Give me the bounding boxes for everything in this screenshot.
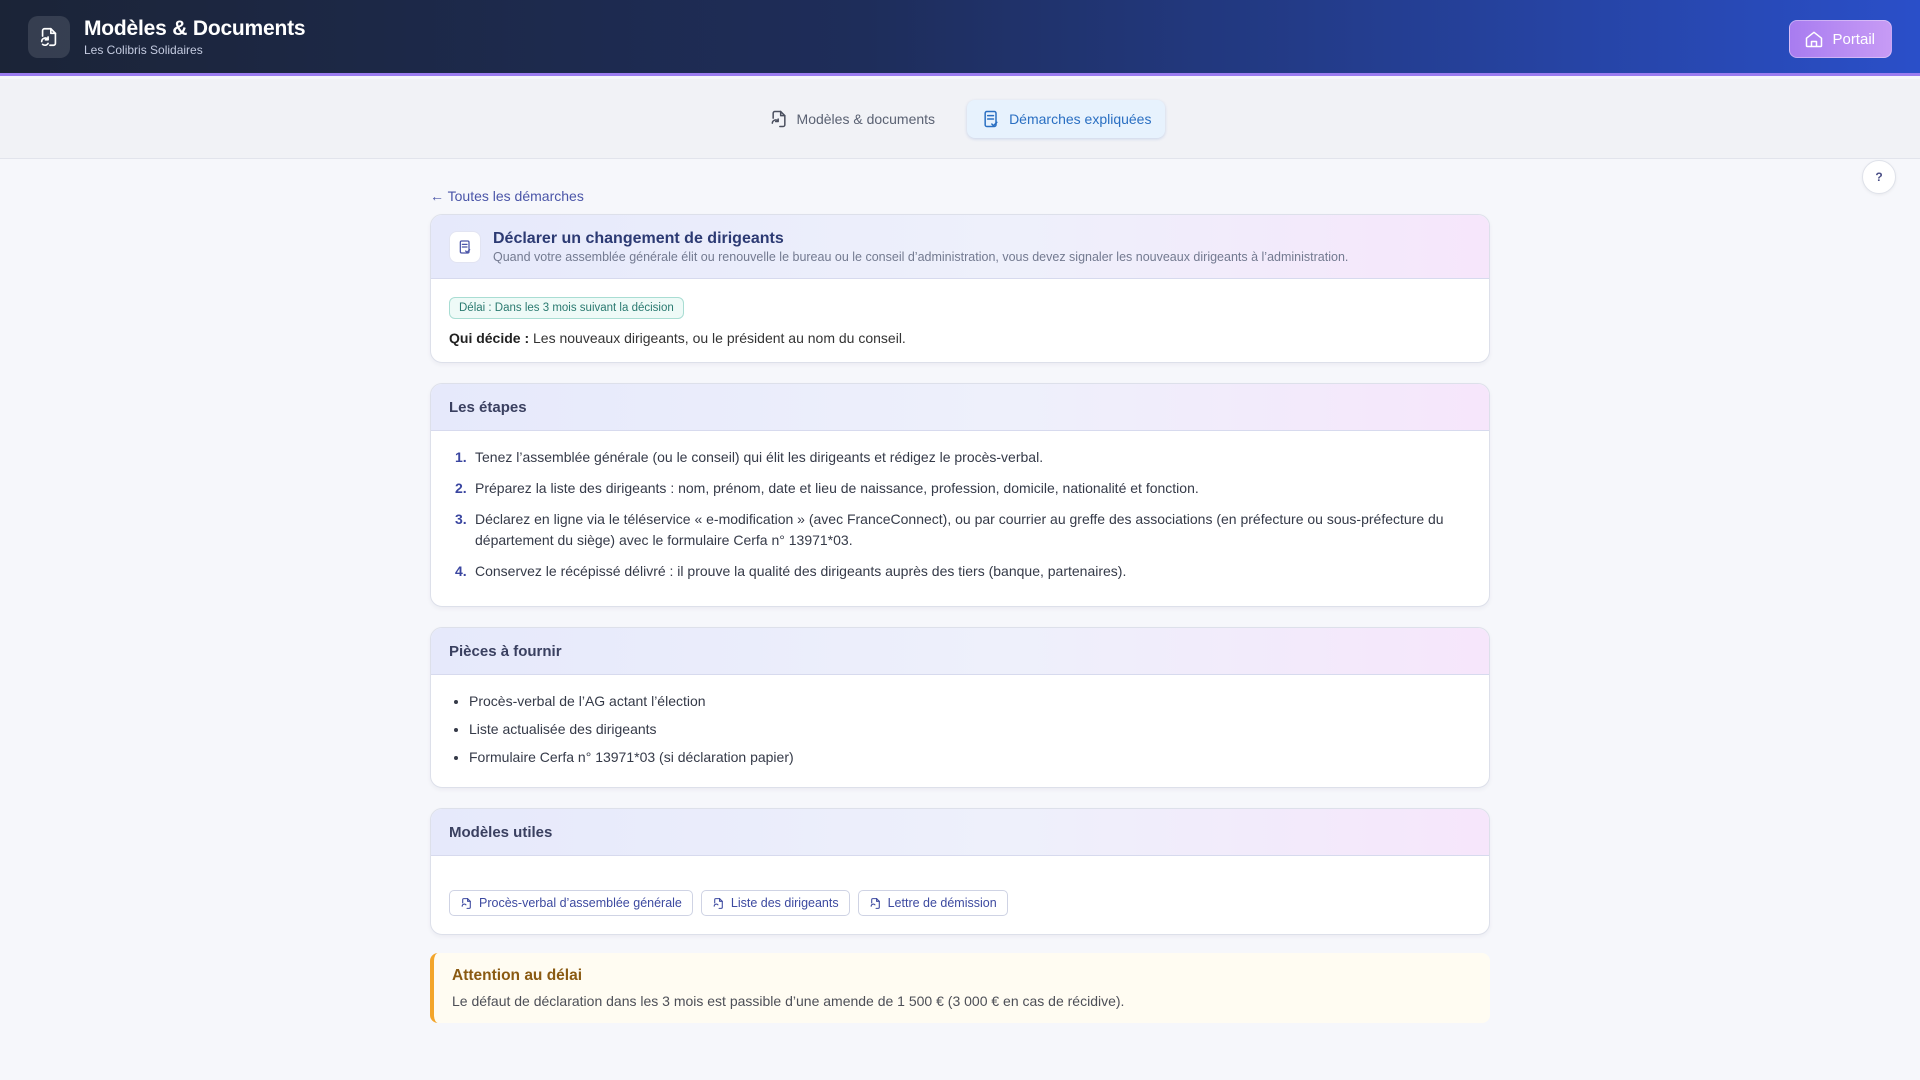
tab-templates-label: Modèles & documents [796,110,936,127]
step-number: 2. [455,480,467,496]
step-text: Déclarez en ligne via le téléservice « e… [475,511,1444,548]
deadline-alert: Attention au délai Le défaut de déclarat… [430,953,1490,1023]
document-icon [870,897,880,909]
tab-templates[interactable]: Modèles & documents [755,100,950,138]
documents-list: Procès-verbal de l’AG actant l’élection … [431,675,1489,787]
procedure-body: Délai : Dans les 3 mois suivant la décis… [431,279,1489,362]
templates-card: Modèles utiles Procès-verbal d’assemblée… [430,808,1490,935]
tab-procedures[interactable]: Démarches expliquées [967,99,1166,138]
steps-header: Les étapes [431,384,1489,431]
step-item: 2. Préparez la liste des dirigeants : nom… [455,478,1471,499]
app-subtitle: Les Colibris Solidaires [84,42,203,57]
document-icon [461,897,471,909]
procedure-card: Déclarer un changement de dirigeants Qua… [430,214,1490,363]
procedure-header: Déclarer un changement de dirigeants Qua… [431,215,1489,279]
step-item: 3. Déclarez en ligne via le téléservice «… [455,509,1471,551]
document-refresh-icon [40,27,57,46]
templates-heading: Modèles utiles [449,823,553,841]
checklist-icon [459,239,471,254]
templates-list: Procès-verbal d’assemblée générale Liste… [431,856,1489,934]
tab-procedures-label: Démarches expliquées [1009,110,1152,127]
deadline-badge: Délai : Dans les 3 mois suivant la décis… [449,297,684,319]
alert-text: Le défaut de déclaration dans les 3 mois… [452,993,1125,1009]
top-header: Modèles & Documents Les Colibris Solidai… [0,0,1920,76]
step-text: Conservez le récépissé délivré : il prou… [475,563,1127,579]
templates-header: Modèles utiles [431,809,1489,856]
app-logo [28,15,70,58]
help-button[interactable]: ? [1862,160,1896,194]
template-link-resignation[interactable]: Lettre de démission [857,890,1008,916]
template-label: Lettre de démission [887,896,997,910]
who-decides-label: Qui décide : [449,330,530,346]
step-text: Préparez la liste des dirigeants : nom, … [475,480,1199,496]
home-icon [1806,31,1823,48]
documents-card: Pièces à fournir Procès-verbal de l’AG a… [430,627,1490,788]
step-number: 1. [455,449,467,465]
step-number: 4. [455,563,467,579]
document-icon [713,897,723,909]
procedure-title: Déclarer un changement de dirigeants [493,229,784,247]
app-title: Modèles & Documents [84,16,306,40]
documents-heading: Pièces à fournir [449,642,562,660]
steps-heading: Les étapes [449,398,527,416]
portal-button[interactable]: Portail [1789,20,1892,58]
documents-header: Pièces à fournir [431,628,1489,675]
procedure-description: Quand votre assemblée générale élit ou r… [493,249,1349,264]
template-label: Procès-verbal d’assemblée générale [479,896,682,910]
document-item: Liste actualisée des dirigeants [469,719,1471,739]
main-content: ← Toutes les démarches Déclarer un chang… [430,188,1490,1023]
template-link-directors[interactable]: Liste des dirigeants [700,890,850,916]
steps-list: 1. Tenez l’assemblée générale (ou le cons… [431,431,1489,606]
template-link-minutes[interactable]: Procès-verbal d’assemblée générale [449,890,693,916]
step-number: 3. [455,511,467,527]
alert-title: Attention au délai [452,967,583,984]
tab-bar: Modèles & documents Démarches expliquées [0,79,1920,159]
document-icon [771,110,786,127]
procedure-icon-box [449,230,481,263]
document-item: Formulaire Cerfa n° 13971*03 (si déclara… [469,747,1471,767]
step-item: 4. Conservez le récépissé délivré : il pr… [455,561,1471,582]
back-link[interactable]: ← Toutes les démarches [430,188,584,204]
checklist-icon [984,110,998,127]
step-text: Tenez l’assemblée générale (ou le consei… [475,449,1044,465]
document-item: Procès-verbal de l’AG actant l’élection [469,691,1471,711]
template-label: Liste des dirigeants [730,896,839,910]
steps-card: Les étapes 1. Tenez l’assemblée générale … [430,383,1490,607]
portal-button-label: Portail [1832,30,1875,48]
who-decides-text: Les nouveaux dirigeants, ou le président… [533,330,906,346]
step-item: 1. Tenez l’assemblée générale (ou le cons… [455,447,1471,468]
who-decides: Qui décide : Les nouveaux dirigeants, ou… [449,330,1471,346]
